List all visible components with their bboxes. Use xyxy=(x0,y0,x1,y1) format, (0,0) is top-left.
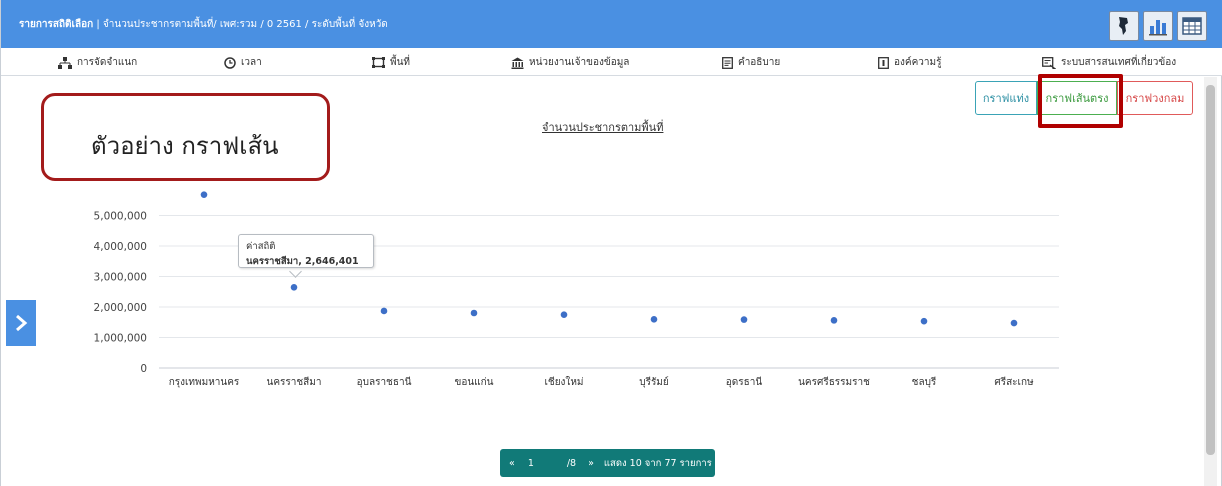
book-icon xyxy=(878,56,889,69)
title-bar: รายการสถิติเลือก | จำนวนประชากรตามพื้นที… xyxy=(1,0,1222,48)
data-point xyxy=(740,316,748,323)
menu-item-knowledge[interactable]: องค์ความรู้ xyxy=(878,55,941,70)
pager-next-button[interactable]: » xyxy=(588,458,594,469)
menu-bar: การจัดจำแนก เวลา พื้นที่ หน่วยงานเจ้าของ… xyxy=(1,48,1222,76)
y-tick-label: 2,000,000 xyxy=(94,302,147,314)
x-tick-label: บุรีรัมย์ xyxy=(639,376,669,388)
menu-item-agency[interactable]: หน่วยงานเจ้าของข้อมูล xyxy=(511,55,629,70)
map-icon[interactable] xyxy=(1109,11,1139,41)
data-point xyxy=(290,283,298,291)
chart-icon[interactable] xyxy=(1143,11,1173,41)
menu-label-classification: การจัดจำแนก xyxy=(77,57,138,68)
link-window-icon xyxy=(1042,56,1056,69)
menu-label-description: คำอธิบาย xyxy=(738,57,781,68)
area-icon xyxy=(372,57,385,68)
y-tick-label: 0 xyxy=(140,363,147,375)
menu-label-time: เวลา xyxy=(241,57,262,68)
menu-label-knowledge: องค์ความรู้ xyxy=(894,57,942,68)
pager-current-page[interactable]: 1 xyxy=(528,458,534,469)
pager-prev-button[interactable]: « xyxy=(509,458,515,469)
data-point xyxy=(650,316,658,323)
pagination: « 1 /8 » แสดง 10 จาก 77 รายการ xyxy=(500,449,715,477)
data-point xyxy=(920,317,928,325)
y-tick-label: 4,000,000 xyxy=(94,241,147,253)
menu-item-classification[interactable]: การจัดจำแนก xyxy=(58,55,137,70)
menu-item-area[interactable]: พื้นที่ xyxy=(372,55,410,70)
pager-total-pages: /8 xyxy=(566,457,577,469)
x-tick-label: นครราชสีมา xyxy=(267,376,322,388)
data-point xyxy=(470,309,478,317)
scrollbar-thumb[interactable] xyxy=(1206,85,1215,455)
example-annotation: ตัวอย่าง กราฟเส้น xyxy=(41,93,330,181)
y-tick-label: 1,000,000 xyxy=(94,333,147,345)
x-tick-label: เชียงใหม่ xyxy=(544,376,583,388)
page-title: รายการสถิติเลือก | จำนวนประชากรตามพื้นที… xyxy=(19,17,388,32)
x-tick-label: อุดรธานี xyxy=(726,376,763,388)
tooltip-value: นครราชสีมา, 2,646,401 xyxy=(246,256,359,267)
menu-label-related-systems: ระบบสารสนเทศที่เกี่ยวข้อง xyxy=(1061,57,1177,68)
bar-chart-button[interactable]: กราฟแท่ง xyxy=(975,81,1037,115)
pie-chart-button[interactable]: กราฟวงกลม xyxy=(1117,81,1193,115)
x-tick-label: อุบลราชธานี xyxy=(357,376,412,388)
institution-icon xyxy=(511,57,524,69)
chart-title: จำนวนประชากรตามพื้นที่ xyxy=(542,121,664,134)
clock-icon xyxy=(224,56,236,69)
y-tick-label: 3,000,000 xyxy=(94,272,147,284)
menu-item-time[interactable]: เวลา xyxy=(224,55,262,70)
example-annotation-label: ตัวอย่าง กราฟเส้น xyxy=(91,132,279,160)
menu-label-area: พื้นที่ xyxy=(390,57,411,68)
pager-summary: แสดง 10 จาก 77 รายการ xyxy=(603,457,712,469)
tooltip-label: ค่าสถิติ xyxy=(246,241,276,252)
title-rest: | จำนวนประชากรตามพื้นที่/ เพศ:รวม / 0 25… xyxy=(93,19,388,30)
menu-item-description[interactable]: คำอธิบาย xyxy=(722,55,780,70)
x-tick-label: ชลบุรี xyxy=(912,376,937,388)
menu-item-related-systems[interactable]: ระบบสารสนเทศที่เกี่ยวข้อง xyxy=(1042,55,1176,70)
hierarchy-icon xyxy=(58,56,72,69)
line-chart-highlight xyxy=(1038,74,1123,128)
data-point xyxy=(380,307,388,315)
data-point xyxy=(560,311,568,319)
x-tick-label: ศรีสะเกษ xyxy=(994,376,1034,388)
data-point xyxy=(200,191,208,198)
menu-label-agency: หน่วยงานเจ้าของข้อมูล xyxy=(529,57,630,68)
data-point xyxy=(1010,319,1018,327)
view-switcher xyxy=(1109,11,1207,41)
document-icon xyxy=(722,56,733,69)
x-tick-label: ขอนแก่น xyxy=(454,377,493,388)
data-point xyxy=(830,317,838,324)
x-tick-label: นครศรีธรรมราช xyxy=(798,376,870,388)
x-tick-label: กรุงเทพมหานคร xyxy=(169,377,240,388)
chart-tooltip: ค่าสถิติ นครราชสีมา, 2,646,401 xyxy=(238,234,374,268)
title-bold: รายการสถิติเลือก xyxy=(19,19,94,30)
y-tick-label: 5,000,000 xyxy=(94,211,147,223)
population-chart: 0 1,000,000 2,000,000 3,000,000 4,000,000 5,0… xyxy=(94,191,1059,388)
app-frame: รายการสถิติเลือก | จำนวนประชากรตามพื้นที… xyxy=(0,0,1222,486)
table-icon[interactable] xyxy=(1177,11,1207,41)
